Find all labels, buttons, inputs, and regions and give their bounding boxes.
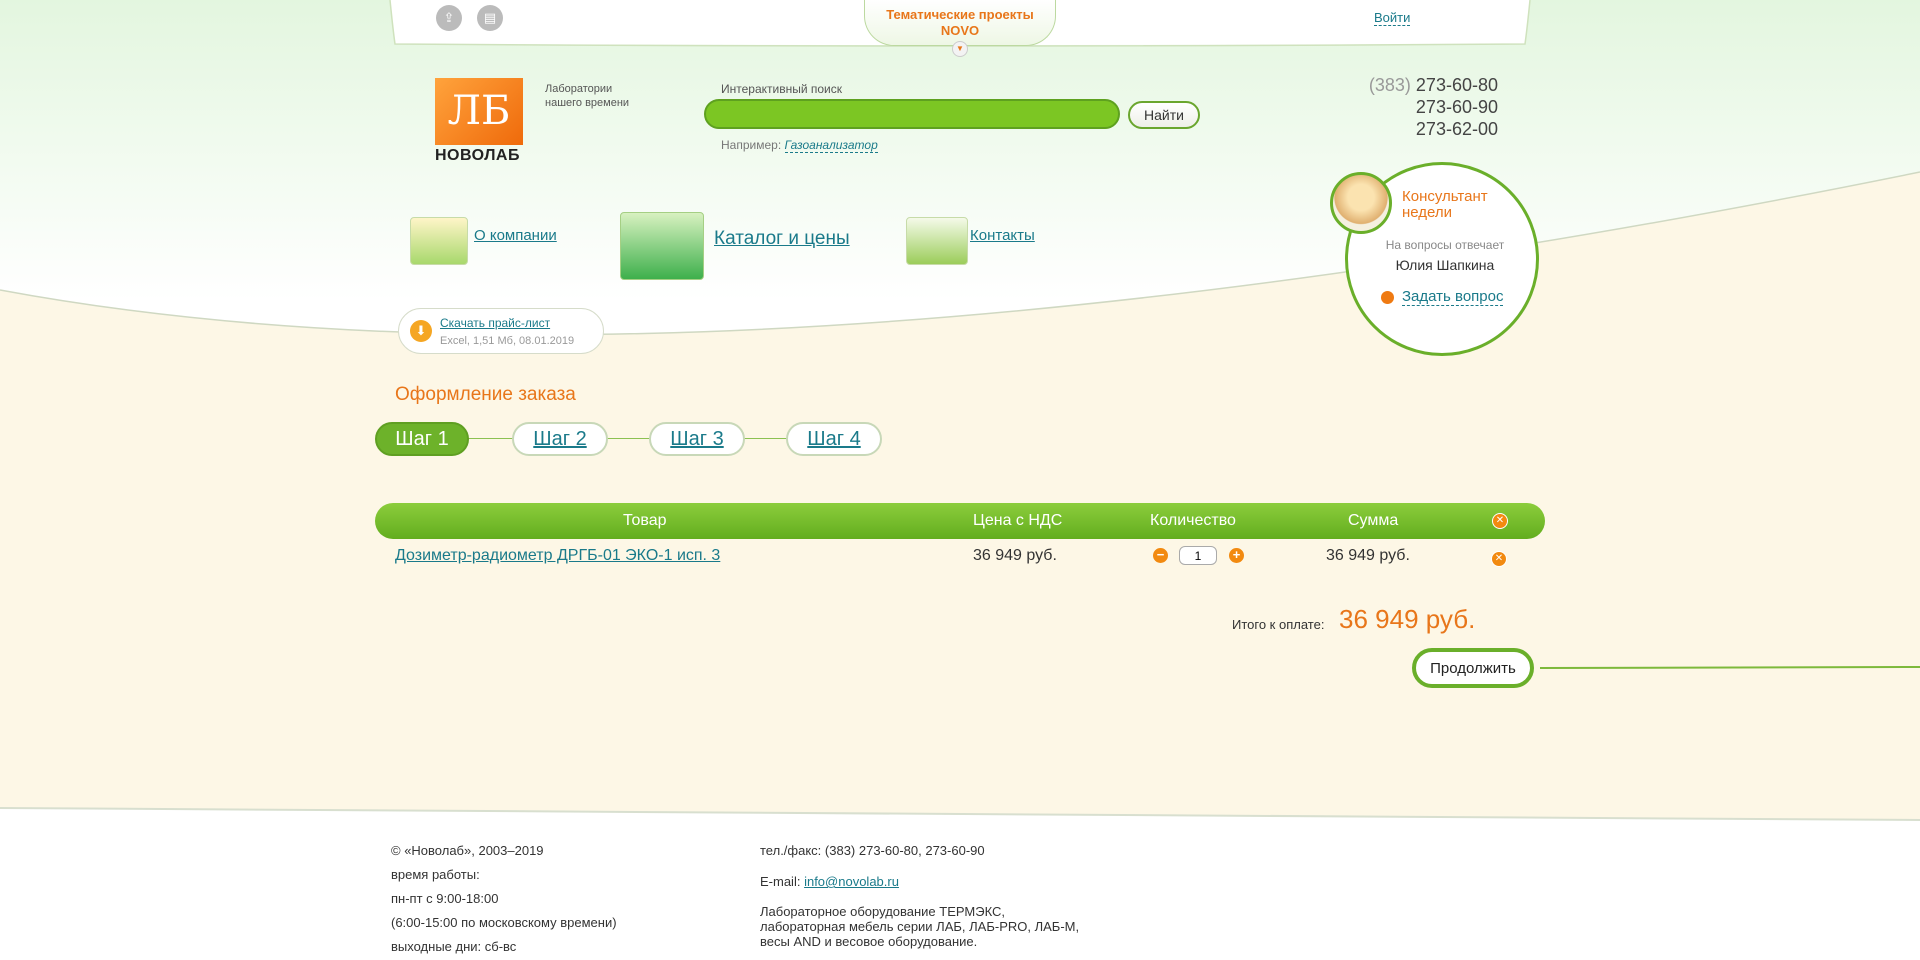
phone-number: 273-62-00 xyxy=(1415,119,1498,139)
consultant-title: Консультант недели xyxy=(1402,188,1488,221)
footer-hours-label: время работы: xyxy=(391,867,480,882)
product-price: 36 949 руб. xyxy=(973,547,1057,564)
consultant-avatar xyxy=(1330,172,1392,234)
about-chart-icon[interactable] xyxy=(410,217,468,265)
pricelist-meta: Excel, 1,51 Мб, 08.01.2019 xyxy=(440,335,575,347)
total-label: Итого к оплате: xyxy=(1232,617,1325,632)
order-title: Оформление заказа xyxy=(395,384,576,405)
logo-slogan: Лаборатории нашего времени xyxy=(545,83,630,109)
plus-icon[interactable]: + xyxy=(1229,548,1244,563)
download-icon[interactable]: ⬇ xyxy=(410,320,432,342)
header-price: Цена с НДС xyxy=(973,512,1063,529)
bullet-icon xyxy=(1381,291,1394,304)
contacts-phone-icon[interactable] xyxy=(906,217,968,265)
logo-name: НОВОЛАБ xyxy=(435,147,520,164)
footer-weekends: выходные дни: сб-вс xyxy=(391,939,517,954)
nav-contacts[interactable]: Контакты xyxy=(970,227,1035,244)
step-1[interactable]: Шаг 1 xyxy=(375,422,469,456)
nav-about[interactable]: О компании xyxy=(474,227,557,244)
quantity-input[interactable] xyxy=(1179,546,1217,565)
minus-icon[interactable]: − xyxy=(1153,548,1168,563)
search-input[interactable] xyxy=(704,99,1120,129)
consultant-subtitle: На вопросы отвечает xyxy=(1385,238,1505,252)
footer-email: E-mail: info@novolab.ru xyxy=(760,870,899,894)
remove-item-icon[interactable]: ✕ xyxy=(1491,551,1507,567)
continue-button[interactable]: Продолжить xyxy=(1412,648,1534,688)
pricelist-download-link[interactable]: Скачать прайс-лист xyxy=(440,316,550,330)
footer-description: Лабораторное оборудование ТЕРМЭКС, лабор… xyxy=(760,904,1080,949)
header-product: Товар xyxy=(623,512,667,529)
product-link[interactable]: Дозиметр-радиометр ДРГБ-01 ЭКО-1 исп. 3 xyxy=(395,547,720,565)
phone-code: (383) xyxy=(1368,75,1411,95)
header-quantity: Количество xyxy=(1150,512,1236,529)
search-example: Например: Газоанализатор xyxy=(721,138,878,153)
step-4[interactable]: Шаг 4 xyxy=(786,422,882,456)
footer-left: © «Новолаб», 2003–2019 время работы: пн-… xyxy=(391,839,617,959)
total-value: 36 949 руб. xyxy=(1339,604,1476,634)
search-button[interactable]: Найти xyxy=(1128,101,1200,129)
login-link[interactable]: Войти xyxy=(1374,10,1411,26)
consultant-name: Юлия Шапкина xyxy=(1395,257,1495,273)
step-2[interactable]: Шаг 2 xyxy=(512,422,608,456)
phone-number: 273-60-90 xyxy=(1415,97,1498,117)
footer-phone: тел./факс: (383) 273-60-80, 273-60-90 xyxy=(760,843,985,858)
phone-numbers: (383) 273-60-80 273-60-90 273-62-00 xyxy=(1300,74,1498,140)
search-label: Интерактивный поиск xyxy=(721,82,843,96)
footer-hours-weekdays: пн-пт с 9:00-18:00 xyxy=(391,891,499,906)
product-sum: 36 949 руб. xyxy=(1326,547,1410,564)
chevron-down-icon[interactable]: ▼ xyxy=(952,41,968,57)
header-sum: Сумма xyxy=(1348,512,1399,529)
clear-cart-icon[interactable]: ✕ xyxy=(1492,513,1508,529)
search-example-prefix: Например: xyxy=(721,138,782,152)
thematic-projects-title: Тематические проекты xyxy=(886,7,1034,22)
step-3[interactable]: Шаг 3 xyxy=(649,422,745,456)
search-example-link[interactable]: Газоанализатор xyxy=(784,138,878,153)
catalog-lab-icon[interactable] xyxy=(620,212,704,280)
cart-table-header: Товар Цена с НДС Количество Сумма ✕ xyxy=(375,503,1545,539)
thematic-projects-tab[interactable]: Тематические проекты NOVO ▼ xyxy=(864,0,1056,57)
ask-question-link[interactable]: Задать вопрос xyxy=(1402,288,1504,306)
footer-copyright: © «Новолаб», 2003–2019 xyxy=(391,843,544,858)
thematic-projects-subtitle: NOVO xyxy=(940,23,980,38)
nav-catalog[interactable]: Каталог и цены xyxy=(714,228,850,250)
logo[interactable]: ЛБ xyxy=(435,78,523,145)
phone-number: 273-60-80 xyxy=(1415,75,1498,95)
footer-email-label: E-mail: xyxy=(760,874,801,889)
print-icon[interactable]: ▤ xyxy=(477,5,503,31)
footer-hours-moscow: (6:00-15:00 по московскому времени) xyxy=(391,915,617,930)
login-icon[interactable]: ⇪ xyxy=(436,5,462,31)
footer-email-link[interactable]: info@novolab.ru xyxy=(804,874,899,889)
page-background xyxy=(0,0,1920,960)
